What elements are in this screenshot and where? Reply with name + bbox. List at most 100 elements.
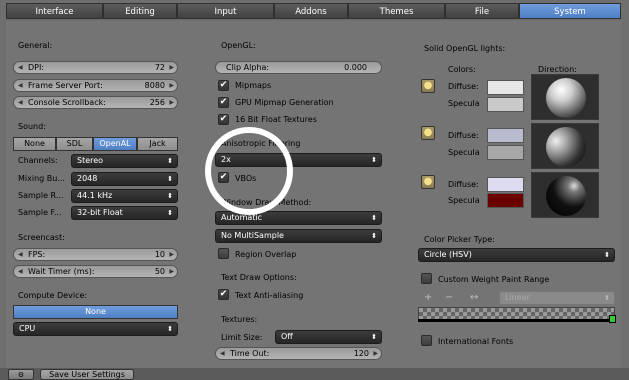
compute-device-type-button[interactable]: None (13, 305, 178, 319)
updown-icon: ⬍ (167, 192, 173, 200)
direction-label: Direction: (538, 65, 577, 74)
increment-icon[interactable]: ▶ (169, 62, 174, 73)
sound-option-sdl[interactable]: SDL (56, 137, 93, 151)
decrement-icon[interactable]: ◀ (18, 97, 23, 108)
updown-icon: ⬍ (604, 251, 610, 259)
light1-direction-sphere[interactable] (531, 74, 599, 120)
mixing-buffer-dropdown[interactable]: 2048 ⬍ (71, 172, 178, 186)
colors-label: Colors: (448, 65, 476, 74)
gpu-mipmap-checkbox[interactable]: ✔ (218, 97, 229, 108)
float-textures-checkbox[interactable]: ✔ (218, 114, 229, 125)
anti-aliasing-label: Text Anti-aliasing (235, 291, 304, 300)
updown-icon: ⬍ (371, 333, 377, 341)
clip-alpha-field[interactable]: Clip Alpha: 0.000 (215, 61, 382, 74)
tab-interface[interactable]: Interface (6, 3, 103, 19)
sample-format-label: Sample F... (18, 208, 62, 217)
limit-size-label: Limit Size: (221, 333, 263, 342)
mipmaps-checkbox[interactable]: ✔ (218, 80, 229, 91)
diffuse-label: Diffuse: (448, 180, 479, 189)
specular-label: Specula (448, 99, 480, 108)
frame-server-port-label: Frame Server Port: (28, 81, 103, 90)
tab-file[interactable]: File (445, 3, 519, 19)
multisample-dropdown[interactable]: No MultiSample ⬍ (215, 229, 382, 243)
light1-diffuse-swatch[interactable] (487, 80, 524, 95)
region-overlap-label: Region Overlap (235, 250, 297, 259)
sound-heading: Sound: (18, 122, 46, 131)
diffuse-label: Diffuse: (448, 131, 479, 140)
anti-aliasing-checkbox[interactable]: ✔ (218, 289, 229, 300)
light3-direction-sphere[interactable] (531, 172, 599, 218)
color-stop-handle[interactable] (609, 315, 616, 323)
interpolation-dropdown[interactable]: Linear ⬍ (499, 291, 615, 305)
decrement-icon[interactable]: ◀ (220, 348, 225, 359)
dpi-label: DPI: (28, 63, 45, 72)
wait-timer-field[interactable]: ◀ Wait Timer (ms): 50 ▶ (13, 265, 178, 278)
sample-rate-label: Sample R... (18, 191, 64, 200)
console-scrollback-value: 256 (149, 98, 165, 107)
increment-icon[interactable]: ▶ (169, 249, 174, 260)
increment-icon[interactable]: ▶ (169, 97, 174, 108)
light2-direction-sphere[interactable] (531, 123, 599, 169)
fps-value: 10 (154, 250, 165, 259)
time-out-field[interactable]: ◀ Time Out: 120 ▶ (215, 347, 382, 360)
dpi-field[interactable]: ◀ DPI: 72 ▶ (13, 61, 178, 74)
text-draw-heading: Text Draw Options: (221, 273, 297, 282)
international-fonts-checkbox[interactable] (421, 335, 432, 346)
light-bulb-icon[interactable]: ● (421, 126, 435, 140)
decrement-icon[interactable]: ◀ (18, 62, 23, 73)
fps-field[interactable]: ◀ FPS: 10 ▶ (13, 248, 178, 261)
decrement-icon[interactable]: ◀ (18, 266, 23, 277)
sound-option-jack[interactable]: Jack (137, 137, 178, 151)
tab-addons[interactable]: Addons (274, 3, 348, 19)
tab-themes[interactable]: Themes (348, 3, 445, 19)
mixing-buffer-label: Mixing Bu... (18, 174, 65, 183)
light-bulb-icon[interactable]: ● (421, 175, 435, 189)
light1-specular-swatch[interactable] (487, 97, 524, 112)
light3-diffuse-swatch[interactable] (487, 177, 524, 192)
color-picker-value: Circle (HSV) (424, 250, 472, 259)
compute-device-value: CPU (19, 324, 36, 333)
tab-system[interactable]: System (519, 3, 621, 19)
region-overlap-checkbox[interactable] (218, 248, 229, 259)
channels-dropdown[interactable]: Stereo ⬍ (71, 154, 178, 168)
tab-editing[interactable]: Editing (103, 3, 177, 19)
flip-arrows-icon[interactable]: ↔ (470, 292, 478, 303)
sample-format-value: 32-bit Float (77, 208, 123, 217)
light3-specular-swatch[interactable] (487, 193, 524, 208)
sample-rate-dropdown[interactable]: 44.1 kHz ⬍ (71, 189, 178, 203)
add-icon[interactable]: + (424, 292, 432, 303)
updown-icon: ⬍ (604, 294, 610, 302)
updown-icon: ⬍ (167, 209, 173, 217)
light2-diffuse-swatch[interactable] (487, 128, 524, 143)
updown-icon: ⬍ (167, 325, 173, 333)
sample-rate-value: 44.1 kHz (77, 191, 113, 200)
increment-icon[interactable]: ▶ (169, 80, 174, 91)
decrement-icon[interactable]: ◀ (18, 249, 23, 260)
light2-specular-swatch[interactable] (487, 145, 524, 160)
remove-icon[interactable]: − (445, 292, 453, 303)
updown-icon: ⬍ (371, 156, 377, 164)
sound-option-none[interactable]: None (13, 137, 56, 151)
frame-server-port-field[interactable]: ◀ Frame Server Port: 8080 ▶ (13, 79, 178, 92)
sample-format-dropdown[interactable]: 32-bit Float ⬍ (71, 206, 178, 220)
color-picker-dropdown[interactable]: Circle (HSV) ⬍ (418, 248, 615, 262)
fps-label: FPS: (28, 250, 46, 259)
save-user-settings-button[interactable]: Save User Settings (40, 369, 134, 380)
compute-device-dropdown[interactable]: CPU ⬍ (13, 322, 178, 336)
float-textures-label: 16 Bit Float Textures (235, 115, 317, 124)
sound-option-openal[interactable]: OpenAL (93, 137, 137, 151)
tab-input[interactable]: Input (177, 3, 274, 19)
gpu-mipmap-label: GPU Mipmap Generation (235, 98, 334, 107)
screencast-heading: Screencast: (18, 233, 65, 242)
increment-icon[interactable]: ▶ (169, 266, 174, 277)
increment-icon[interactable]: ▶ (373, 348, 378, 359)
weight-paint-checkbox[interactable] (421, 273, 432, 284)
light-bulb-icon[interactable]: ● (421, 79, 435, 93)
editor-type-icon[interactable]: ⚙ (8, 369, 34, 380)
decrement-icon[interactable]: ◀ (18, 80, 23, 91)
console-scrollback-field[interactable]: ◀ Console Scrollback: 256 ▶ (13, 96, 178, 109)
opengl-heading: OpenGL: (221, 41, 256, 50)
lights-heading: Solid OpenGL lights: (424, 44, 506, 53)
clip-alpha-label: Clip Alpha: (226, 63, 270, 72)
limit-size-dropdown[interactable]: Off ⬍ (275, 330, 382, 344)
